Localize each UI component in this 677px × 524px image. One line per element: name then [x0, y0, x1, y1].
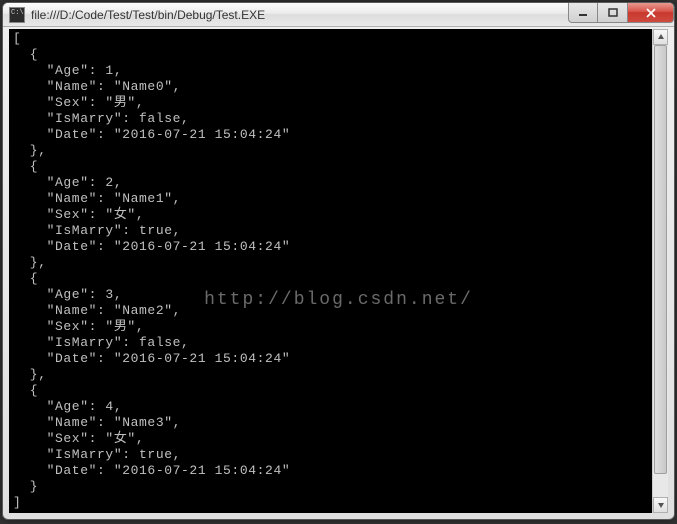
app-icon: [9, 7, 25, 23]
close-button[interactable]: [628, 3, 674, 23]
scroll-thumb[interactable]: [654, 45, 667, 474]
chevron-down-icon: [657, 501, 665, 509]
chevron-up-icon: [657, 33, 665, 41]
vertical-scrollbar[interactable]: [652, 29, 668, 513]
minimize-icon: [578, 8, 588, 18]
close-icon: [645, 8, 657, 18]
window-title: file:///D:/Code/Test/Test/bin/Debug/Test…: [31, 8, 265, 22]
minimize-button[interactable]: [568, 3, 598, 23]
console-output: [ { "Age": 1, "Name": "Name0", "Sex": "男…: [9, 29, 652, 513]
app-window: file:///D:/Code/Test/Test/bin/Debug/Test…: [2, 2, 675, 520]
scroll-down-button[interactable]: [653, 497, 668, 513]
window-controls: [568, 3, 674, 23]
maximize-icon: [608, 8, 618, 18]
client-area: [ { "Age": 1, "Name": "Name0", "Sex": "男…: [9, 29, 668, 513]
maximize-button[interactable]: [598, 3, 628, 23]
scroll-up-button[interactable]: [653, 29, 668, 45]
titlebar[interactable]: file:///D:/Code/Test/Test/bin/Debug/Test…: [3, 3, 674, 27]
scroll-track[interactable]: [653, 45, 668, 497]
